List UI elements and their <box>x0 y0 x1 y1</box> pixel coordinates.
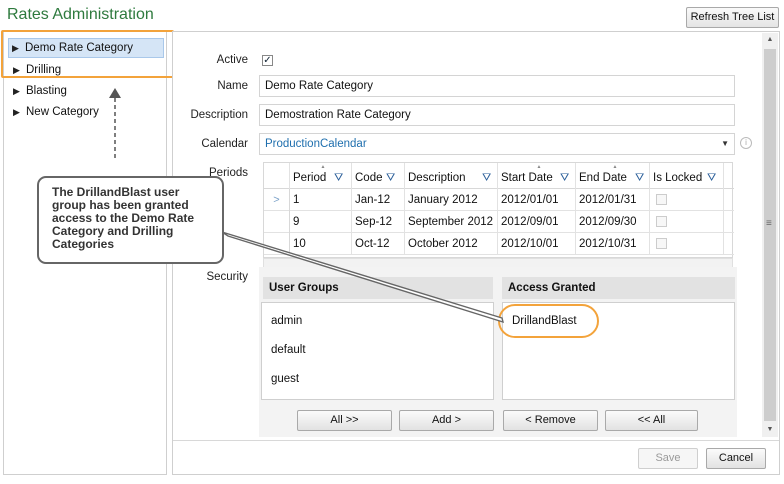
row-indicator <box>264 233 290 255</box>
column-header-end-date[interactable]: ▲ End Date ⛛ <box>576 163 650 189</box>
name-field[interactable]: Demo Rate Category <box>259 75 735 97</box>
info-icon[interactable]: i <box>740 137 752 149</box>
user-groups-list[interactable]: admin default guest <box>261 302 494 400</box>
list-item[interactable]: admin <box>271 315 302 327</box>
column-header-code[interactable]: Code ⛛ <box>352 163 405 189</box>
calendar-select-value: ProductionCalendar <box>265 138 367 150</box>
scroll-thumb[interactable] <box>764 49 776 421</box>
is-locked-checkbox[interactable] <box>656 194 667 205</box>
cell-description: January 2012 <box>405 189 498 211</box>
tree-item-label: New Category <box>26 106 99 118</box>
calendar-select[interactable]: ProductionCalendar ▼ <box>259 133 735 155</box>
description-label: Description <box>190 109 248 121</box>
refresh-tree-list-button[interactable]: Refresh Tree List <box>686 7 779 28</box>
tree-item-label: Blasting <box>26 85 67 97</box>
footer-divider <box>173 440 779 441</box>
cell-description: October 2012 <box>405 233 498 255</box>
page-title: Rates Administration <box>7 6 154 23</box>
cell-description: September 2012 <box>405 211 498 233</box>
sort-indicator-icon: ▲ <box>612 164 618 170</box>
cell-end-date: 2012/10/31 <box>576 233 650 255</box>
column-header-label: Start Date <box>501 172 553 184</box>
add-button[interactable]: Add > <box>399 410 494 431</box>
callout-annotation: The DrillandBlast user group has been gr… <box>37 176 224 264</box>
cell-is-locked <box>650 233 724 255</box>
access-granted-highlight-annotation <box>498 304 599 338</box>
current-row-icon: > <box>264 189 290 211</box>
grid-header-row: ▲ Period ⛛ Code ⛛ Description ⛛ ▲ Start … <box>264 163 734 189</box>
grip-icon: ≡ <box>766 218 772 229</box>
cell-start-date: 2012/01/01 <box>498 189 576 211</box>
table-row[interactable]: 9 Sep-12 September 2012 2012/09/01 2012/… <box>264 211 734 233</box>
chevron-down-icon[interactable]: ▼ <box>721 134 729 154</box>
sort-indicator-icon: ▲ <box>536 164 542 170</box>
column-header-label: End Date <box>579 172 627 184</box>
active-label: Active <box>216 54 248 66</box>
column-header-period[interactable]: ▲ Period ⛛ <box>290 163 352 189</box>
column-header-label: Is Locked <box>653 172 703 184</box>
cell-end-date: 2012/09/30 <box>576 211 650 233</box>
table-row[interactable]: 10 Oct-12 October 2012 2012/10/01 2012/1… <box>264 233 734 255</box>
cell-end-date: 2012/01/31 <box>576 189 650 211</box>
remove-all-button[interactable]: << All <box>605 410 698 431</box>
main-vertical-scrollbar[interactable]: ▲ ≡ ▼ <box>762 33 778 437</box>
cell-start-date: 2012/10/01 <box>498 233 576 255</box>
column-header-start-date[interactable]: ▲ Start Date ⛛ <box>498 163 576 189</box>
active-checkbox[interactable]: ✓ <box>262 55 273 66</box>
column-header-description[interactable]: Description ⛛ <box>405 163 498 189</box>
is-locked-checkbox[interactable] <box>656 216 667 227</box>
cell-code: Sep-12 <box>352 211 405 233</box>
table-row[interactable]: > 1 Jan-12 January 2012 2012/01/01 2012/… <box>264 189 734 211</box>
sort-indicator-icon: ▲ <box>320 164 326 170</box>
row-indicator <box>264 211 290 233</box>
scroll-down-icon[interactable]: ▼ <box>762 423 778 437</box>
access-granted-header: Access Granted <box>502 277 735 299</box>
list-item[interactable]: default <box>271 344 306 356</box>
cell-period: 10 <box>290 233 352 255</box>
column-header-label: Code <box>355 172 383 184</box>
column-header-label: Period <box>293 172 327 184</box>
calendar-label: Calendar <box>201 138 248 150</box>
periods-grid: ▲ Period ⛛ Code ⛛ Description ⛛ ▲ Start … <box>263 162 734 258</box>
tree-item-new-category[interactable]: ▶ New Category <box>10 102 99 122</box>
cell-code: Jan-12 <box>352 189 405 211</box>
cell-period: 1 <box>290 189 352 211</box>
is-locked-checkbox[interactable] <box>656 238 667 249</box>
tree-item-blasting[interactable]: ▶ Blasting <box>10 81 67 101</box>
add-all-button[interactable]: All >> <box>297 410 392 431</box>
cell-is-locked <box>650 189 724 211</box>
column-header-label: Description <box>408 172 466 184</box>
cell-period: 9 <box>290 211 352 233</box>
description-field[interactable]: Demostration Rate Category <box>259 104 735 126</box>
save-button[interactable]: Save <box>638 448 698 469</box>
cell-is-locked <box>650 211 724 233</box>
cell-code: Oct-12 <box>352 233 405 255</box>
row-indicator-header <box>264 163 290 189</box>
list-item[interactable]: guest <box>271 373 299 385</box>
cancel-button[interactable]: Cancel <box>706 448 766 469</box>
column-header-is-locked[interactable]: Is Locked ⛛ <box>650 163 724 189</box>
user-groups-header: User Groups <box>263 277 493 299</box>
cell-start-date: 2012/09/01 <box>498 211 576 233</box>
tree-highlight-annotation <box>1 30 174 78</box>
security-label: Security <box>206 271 248 283</box>
remove-button[interactable]: < Remove <box>503 410 598 431</box>
name-label: Name <box>217 80 248 92</box>
scroll-up-icon[interactable]: ▲ <box>762 33 778 47</box>
triangle-right-icon[interactable]: ▶ <box>13 102 20 122</box>
triangle-right-icon[interactable]: ▶ <box>13 81 20 101</box>
rates-admin-window: Rates Administration Refresh Tree List ▶… <box>0 0 784 484</box>
